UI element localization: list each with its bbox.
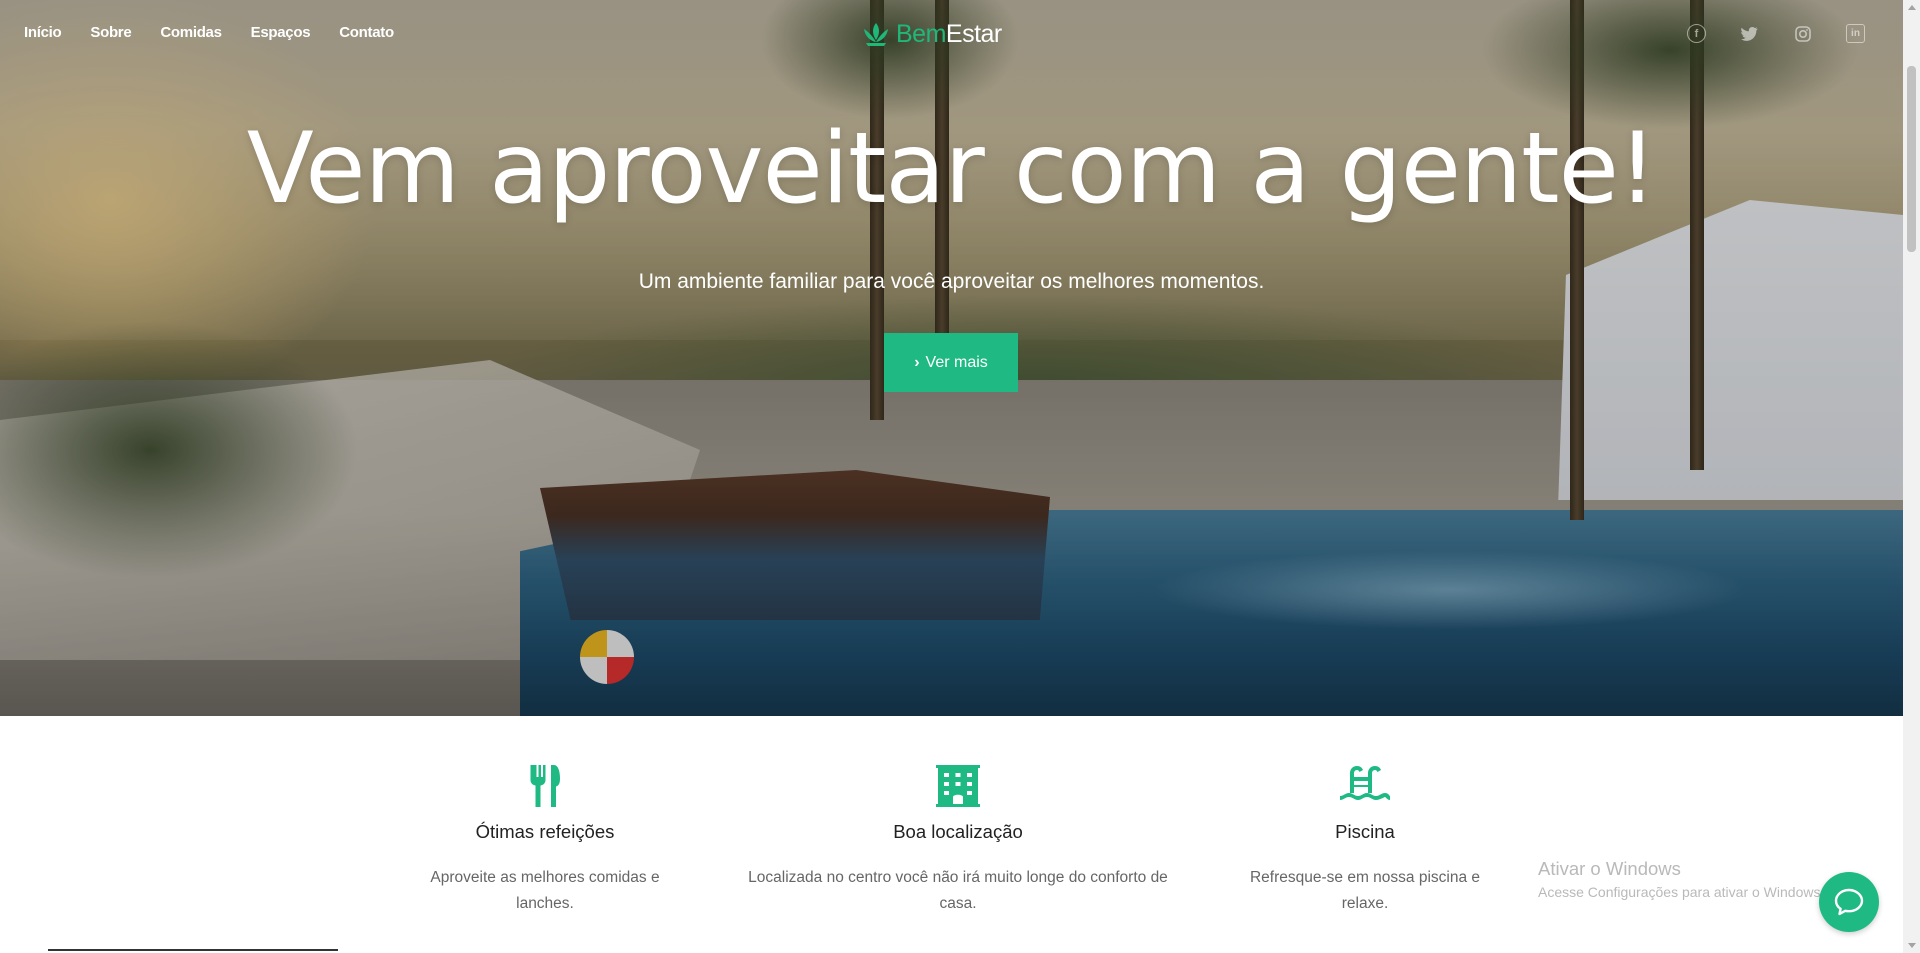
nav-link-inicio[interactable]: Início [24, 24, 62, 41]
hero-subtitle: Um ambiente familiar para você aproveita… [638, 270, 1265, 293]
feature-meals-text: Aproveite as melhores comidas e lanches. [430, 869, 660, 912]
page-scrollbar[interactable] [1903, 0, 1920, 953]
scrollbar-thumb[interactable] [1907, 66, 1916, 252]
facebook-icon[interactable]: f [1687, 24, 1706, 43]
instagram-icon[interactable] [1793, 24, 1812, 43]
feature-location: Boa localização Localizada no centro voc… [728, 765, 1188, 917]
nav-link-contato[interactable]: Contato [339, 24, 394, 41]
feature-location-title: Boa localização [893, 821, 1023, 842]
social-links: f in [1687, 24, 1865, 43]
feature-pool-text: Refresque-se em nossa piscina e relaxe. [1249, 869, 1481, 912]
ver-mais-label: Ver mais [925, 353, 988, 371]
brand-name-part1: Bem [896, 19, 946, 48]
nav-links: Início Sobre Comidas Espaços Contato [24, 24, 423, 41]
chat-bubble-icon [1834, 888, 1864, 916]
watermark-subtitle: Acesse Configurações para ativar o Windo… [1538, 884, 1825, 900]
windows-activation-watermark: Ativar o Windows Acesse Configurações pa… [1538, 858, 1824, 900]
feature-meals-title: Ótimas refeições [475, 821, 615, 842]
scroll-down-arrow-icon[interactable] [1908, 943, 1916, 948]
brand-name-part2: Estar [945, 19, 1002, 48]
chat-button[interactable] [1819, 872, 1879, 932]
feature-location-text: Localizada no centro você não irá muito … [748, 869, 1168, 912]
hero-headline: Vem aproveitar com a gente! [246, 112, 1657, 226]
nav-link-comidas[interactable]: Comidas [160, 24, 222, 41]
feature-pool: Piscina Refresque-se em nossa piscina e … [1135, 765, 1595, 917]
nav-link-sobre[interactable]: Sobre [90, 24, 131, 41]
nav-link-espacos[interactable]: Espaços [251, 24, 311, 41]
watermark-title: Ativar o Windows [1538, 858, 1681, 879]
brand-logo[interactable]: BemEstar [862, 18, 1002, 50]
utensils-icon [530, 765, 560, 807]
twitter-icon[interactable] [1740, 24, 1759, 43]
lotus-icon [864, 23, 888, 46]
divider [48, 949, 338, 951]
scroll-up-arrow-icon[interactable] [1908, 5, 1916, 10]
ver-mais-button[interactable]: › Ver mais [884, 333, 1018, 392]
linkedin-icon[interactable]: in [1846, 24, 1865, 43]
swimming-pool-icon [1340, 766, 1390, 800]
building-icon [936, 765, 980, 807]
top-navbar: Início Sobre Comidas Espaços Contato Bem… [0, 0, 1903, 68]
feature-meals: Ótimas refeições Aproveite as melhores c… [315, 765, 775, 917]
feature-pool-title: Piscina [1335, 821, 1395, 842]
chevron-right-icon: › [914, 353, 920, 371]
brand-name: BemEstar [896, 20, 1002, 49]
